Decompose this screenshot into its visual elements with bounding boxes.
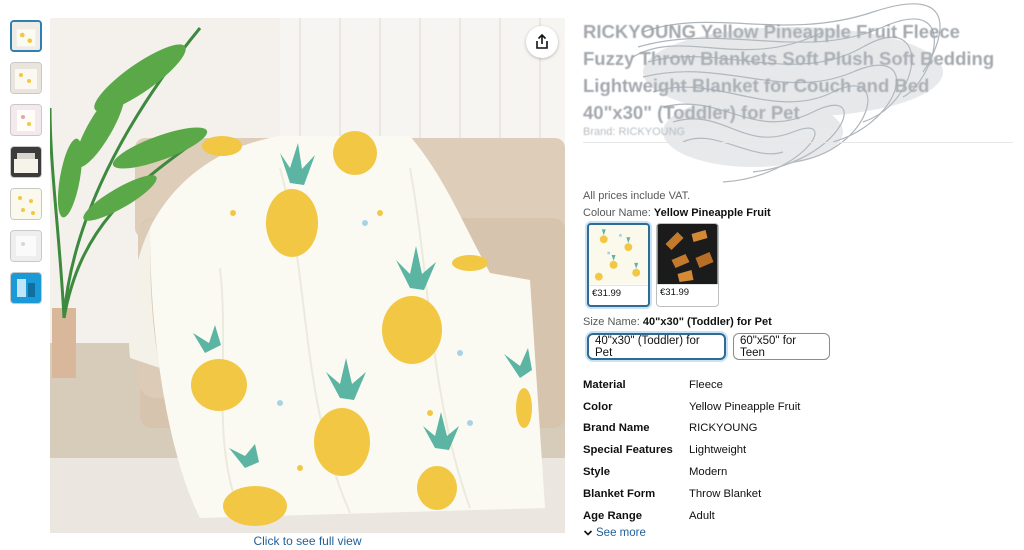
size-label: Size Name: xyxy=(583,316,640,328)
full-view-link[interactable]: Click to see full view xyxy=(50,534,565,548)
colour-selected: Yellow Pineapple Fruit xyxy=(653,207,771,219)
vat-note: All prices include VAT. xyxy=(583,190,691,202)
spec-row: Brand Name RICKYOUNG xyxy=(583,418,800,440)
spec-row: Style Modern xyxy=(583,461,800,483)
colour-name-label: Colour Name: Yellow Pineapple Fruit xyxy=(583,207,771,219)
thumbnail-2[interactable] xyxy=(10,62,42,94)
size-option-teen[interactable]: 60"x50" for Teen xyxy=(733,333,830,360)
spec-value: Modern xyxy=(689,466,728,479)
see-more-label: See more xyxy=(596,527,646,539)
brand-link[interactable]: Brand: RICKYOUNG xyxy=(583,126,1013,138)
spec-value: Adult xyxy=(689,509,715,522)
spec-key: Material xyxy=(583,378,626,391)
colour-label: Colour Name: xyxy=(583,207,651,219)
thumbnail-7[interactable] xyxy=(10,272,42,304)
thumbnail-strip xyxy=(10,20,46,314)
swatch-price: €31.99 xyxy=(657,284,718,300)
swatch-price: €31.99 xyxy=(589,285,648,301)
spec-value: Throw Blanket xyxy=(689,487,762,500)
product-main-image[interactable] xyxy=(50,18,565,533)
spec-row: Color Yellow Pineapple Fruit xyxy=(583,396,800,418)
thumbnail-4[interactable] xyxy=(10,146,42,178)
thumbnail-3[interactable] xyxy=(10,104,42,136)
share-button[interactable] xyxy=(526,26,558,58)
spec-row: Material Fleece xyxy=(583,374,800,396)
share-icon xyxy=(536,34,548,49)
spec-key: Color xyxy=(583,400,613,413)
spec-key: Special Features xyxy=(583,444,673,457)
size-option-toddler[interactable]: 40"x30" (Toddler) for Pet xyxy=(587,333,726,360)
thumbnail-6[interactable] xyxy=(10,230,42,262)
size-name-label: Size Name: 40"x30" (Toddler) for Pet xyxy=(583,316,772,328)
see-more-link[interactable]: See more xyxy=(583,527,646,539)
spec-value: Yellow Pineapple Fruit xyxy=(689,400,801,413)
thumbnail-5[interactable] xyxy=(10,188,42,220)
spec-key: Blanket Form xyxy=(583,487,656,500)
spec-value: RICKYOUNG xyxy=(689,422,758,435)
spec-key: Brand Name xyxy=(583,422,650,435)
spec-row: Special Features Lightweight xyxy=(583,439,800,461)
divider xyxy=(583,142,1013,143)
thumbnail-1[interactable] xyxy=(10,20,42,52)
spec-key: Style xyxy=(583,466,611,479)
spec-row: Blanket Form Throw Blanket xyxy=(583,483,800,505)
chevron-down-icon xyxy=(583,530,593,536)
size-selected: 40"x30" (Toddler) for Pet xyxy=(642,316,772,328)
product-specs-table: Material Fleece Color Yellow Pineapple F… xyxy=(583,374,800,527)
spec-value: Lightweight xyxy=(689,444,747,457)
product-title: RICKYOUNG Yellow Pineapple Fruit Fleece … xyxy=(583,21,995,123)
spec-key: Age Range xyxy=(583,509,643,522)
spec-value: Fleece xyxy=(689,378,723,391)
colour-swatch-yellow[interactable]: €31.99 xyxy=(587,223,650,307)
product-header: RICKYOUNG Yellow Pineapple Fruit Fleece … xyxy=(583,3,1013,183)
spec-row: Age Range Adult xyxy=(583,505,800,527)
colour-swatch-black[interactable]: €31.99 xyxy=(656,223,719,307)
